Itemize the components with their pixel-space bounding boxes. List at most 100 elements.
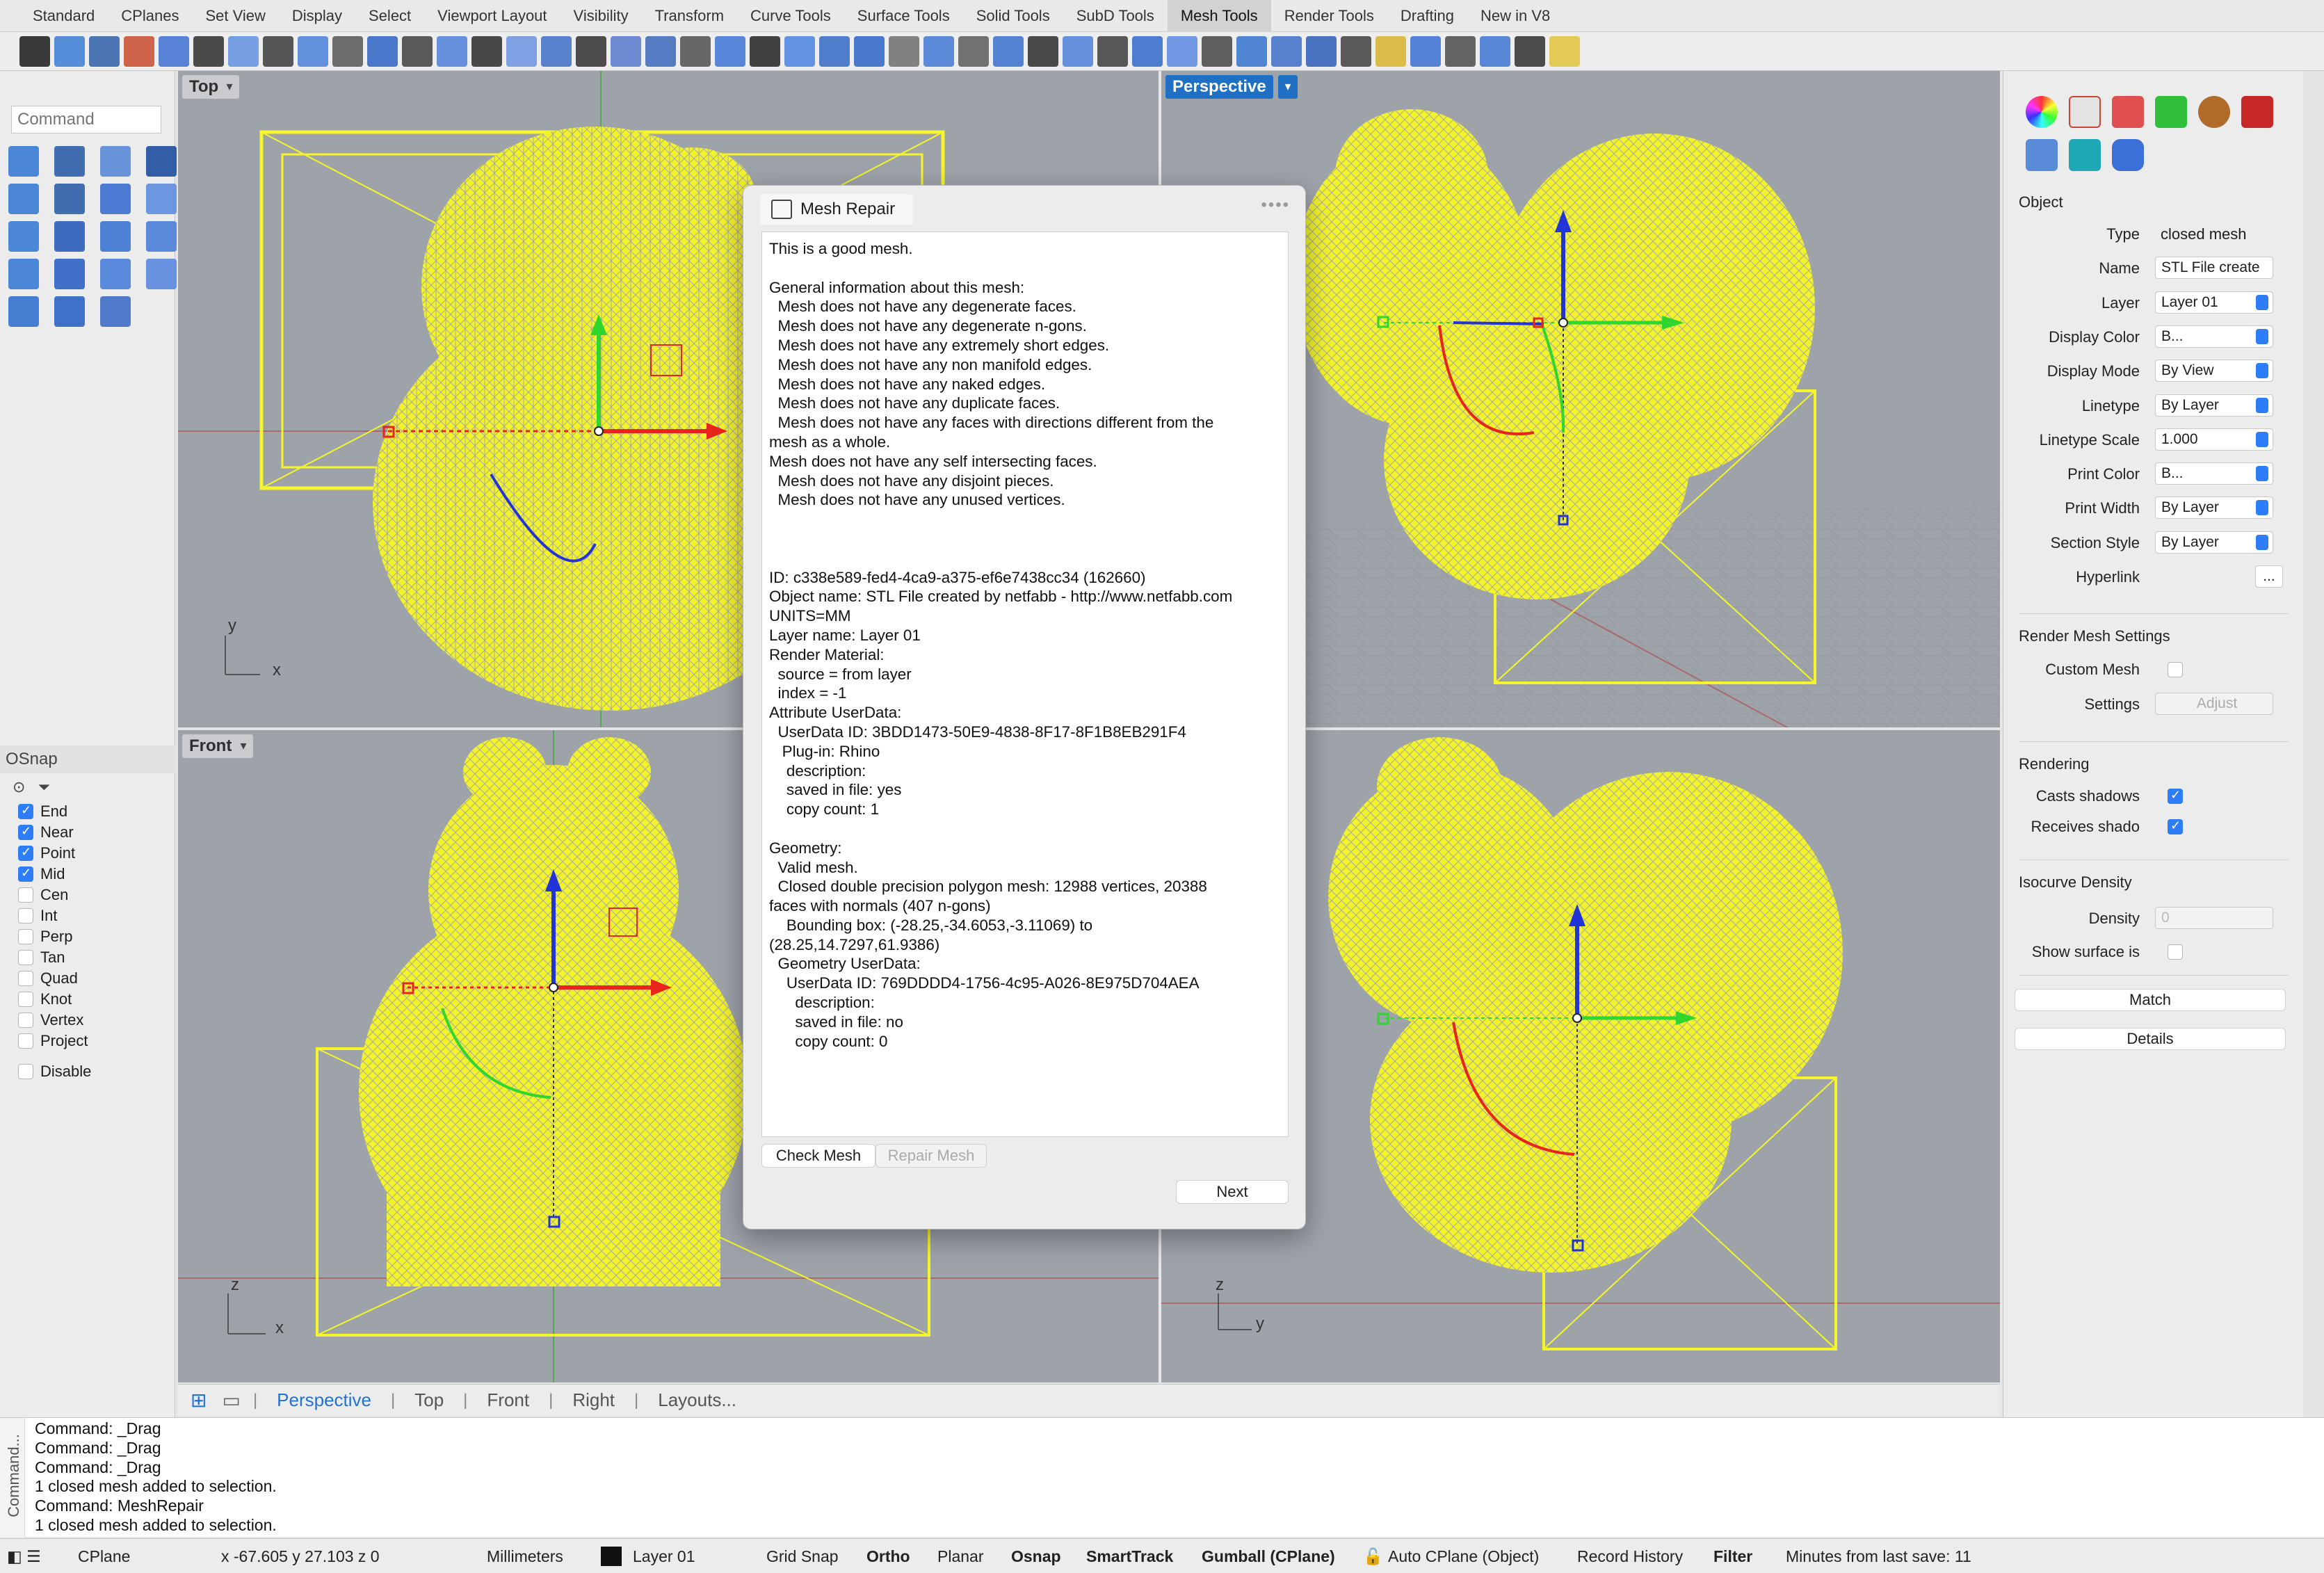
toolbar-icon-13[interactable] xyxy=(437,36,467,67)
osnap-checkbox-quad[interactable] xyxy=(18,971,33,986)
sidebar-tool-icon-5[interactable] xyxy=(8,184,39,214)
density-field[interactable]: 0 xyxy=(2155,907,2273,929)
filter-icon[interactable]: ⏷ xyxy=(38,778,50,796)
toolbar-icon-11[interactable] xyxy=(367,36,398,67)
osnap-item-vertex[interactable]: Vertex xyxy=(0,1010,175,1031)
prop-field-name[interactable]: STL File create xyxy=(2155,257,2273,280)
osnap-item-project[interactable]: Project xyxy=(0,1031,175,1051)
layout-toggle-icon[interactable]: ◧ ☰ xyxy=(7,1547,41,1566)
prop-field-layer[interactable]: Layer 01 xyxy=(2155,291,2273,314)
toolbar-icon-12[interactable] xyxy=(402,36,433,67)
viewport-title-perspective[interactable]: Perspective xyxy=(1165,75,1273,99)
prop-field-display-color[interactable]: B... xyxy=(2155,325,2273,348)
render-box-icon[interactable] xyxy=(2241,96,2273,128)
tab-viewport-layout[interactable]: Viewport Layout xyxy=(424,0,560,32)
smarttrack-toggle[interactable]: SmartTrack xyxy=(1086,1547,1173,1566)
toolbar-icon-20[interactable] xyxy=(680,36,711,67)
planar-toggle[interactable]: Planar xyxy=(937,1547,983,1566)
viewport-menu-arrow-front[interactable]: ▾ xyxy=(234,734,253,758)
toolbar-icon-7[interactable] xyxy=(228,36,259,67)
tab-drafting[interactable]: Drafting xyxy=(1387,0,1467,32)
material-icon[interactable] xyxy=(2112,96,2144,128)
paint-icon[interactable] xyxy=(2069,96,2101,128)
osnap-checkbox-project[interactable] xyxy=(18,1033,33,1049)
sidebar-tool-icon-14[interactable] xyxy=(54,259,85,289)
show-surface-checkbox[interactable] xyxy=(2168,944,2183,960)
osnap-item-end[interactable]: End xyxy=(0,801,175,822)
record-history-toggle[interactable]: Record History xyxy=(1577,1547,1683,1566)
toolbar-icon-39[interactable] xyxy=(1341,36,1371,67)
osnap-checkbox-int[interactable] xyxy=(18,908,33,923)
osnap-item-int[interactable]: Int xyxy=(0,905,175,926)
match-button[interactable]: Match xyxy=(2015,989,2286,1011)
osnap-item-near[interactable]: Near xyxy=(0,822,175,843)
viewport-tab-layouts[interactable]: Layouts... xyxy=(638,1389,756,1411)
toolbar-icon-41[interactable] xyxy=(1410,36,1441,67)
sidebar-tool-icon-7[interactable] xyxy=(100,184,131,214)
layer-color-swatch[interactable] xyxy=(601,1547,622,1566)
prop-field-linetype-scale[interactable]: 1.000 xyxy=(2155,428,2273,451)
toolbar-icon-45[interactable] xyxy=(1549,36,1580,67)
osnap-point-icon[interactable]: ⊙ xyxy=(13,778,25,796)
units-label[interactable]: Millimeters xyxy=(487,1547,563,1566)
toolbar-icon-40[interactable] xyxy=(1375,36,1406,67)
toolbar-icon-1[interactable] xyxy=(19,36,50,67)
osnap-checkbox-cen[interactable] xyxy=(18,887,33,903)
toolbar-icon-14[interactable] xyxy=(471,36,502,67)
four-view-icon[interactable]: ⊞ xyxy=(191,1389,207,1412)
tab-subd-tools[interactable]: SubD Tools xyxy=(1063,0,1168,32)
toolbar-icon-24[interactable] xyxy=(819,36,850,67)
tab-standard[interactable]: Standard xyxy=(19,0,108,32)
command-input[interactable] xyxy=(11,106,161,134)
tab-new-in-v8[interactable]: New in V8 xyxy=(1467,0,1563,32)
toolbar-icon-44[interactable] xyxy=(1515,36,1545,67)
layer-label[interactable]: Layer 01 xyxy=(633,1547,695,1566)
toolbar-icon-38[interactable] xyxy=(1306,36,1337,67)
toolbar-icon-10[interactable] xyxy=(332,36,363,67)
toolbar-icon-32[interactable] xyxy=(1097,36,1128,67)
toolbar-icon-30[interactable] xyxy=(1028,36,1058,67)
osnap-item-mid[interactable]: Mid xyxy=(0,864,175,885)
toolbar-icon-21[interactable] xyxy=(715,36,745,67)
receives-shadows-checkbox[interactable] xyxy=(2168,818,2183,834)
disable-checkbox[interactable] xyxy=(18,1064,33,1079)
osnap-checkbox-point[interactable] xyxy=(18,845,33,861)
toolbar-icon-42[interactable] xyxy=(1445,36,1476,67)
osnap-checkbox-knot[interactable] xyxy=(18,992,33,1007)
osnap-checkbox-near[interactable] xyxy=(18,824,33,840)
toolbar-icon-5[interactable] xyxy=(159,36,189,67)
lock-icon[interactable]: 🔓 xyxy=(1363,1547,1383,1566)
viewport-tab-perspective[interactable]: Perspective xyxy=(257,1389,391,1411)
osnap-item-knot[interactable]: Knot xyxy=(0,989,175,1010)
toolbar-icon-33[interactable] xyxy=(1132,36,1163,67)
osnap-disable[interactable]: Disable xyxy=(0,1061,175,1082)
toolbar-icon-29[interactable] xyxy=(993,36,1024,67)
osnap-item-quad[interactable]: Quad xyxy=(0,968,175,989)
sidebar-tool-icon-2[interactable] xyxy=(54,146,85,177)
prop-field-linetype[interactable]: By Layer xyxy=(2155,394,2273,417)
toolbar-icon-15[interactable] xyxy=(506,36,537,67)
toolbar-icon-4[interactable] xyxy=(124,36,154,67)
color-wheel-icon[interactable] xyxy=(2026,96,2058,128)
prop-field-display-mode[interactable]: By View xyxy=(2155,360,2273,382)
viewport-title-front[interactable]: Front xyxy=(182,734,239,758)
toolbar-icon-27[interactable] xyxy=(923,36,954,67)
osnap-item-point[interactable]: Point xyxy=(0,843,175,864)
repair-mesh-button[interactable]: Repair Mesh xyxy=(875,1144,987,1168)
tab-display[interactable]: Display xyxy=(279,0,355,32)
viewport-tab-right[interactable]: Right xyxy=(553,1389,634,1411)
sidebar-tool-icon-19[interactable] xyxy=(100,296,131,327)
prop-field-print-width[interactable]: By Layer xyxy=(2155,497,2273,519)
filter-toggle[interactable]: Filter xyxy=(1713,1547,1752,1566)
details-button[interactable]: Details xyxy=(2015,1028,2286,1050)
viewport-menu-arrow-top[interactable]: ▾ xyxy=(220,75,239,99)
sidebar-tool-icon-16[interactable] xyxy=(146,259,177,289)
toolbar-icon-36[interactable] xyxy=(1236,36,1267,67)
sidebar-tool-icon-18[interactable] xyxy=(54,296,85,327)
toolbar-icon-26[interactable] xyxy=(889,36,919,67)
teal-shape-icon[interactable] xyxy=(2069,139,2101,171)
toolbar-icon-16[interactable] xyxy=(541,36,572,67)
tab-solid-tools[interactable]: Solid Tools xyxy=(963,0,1063,32)
toolbar-icon-23[interactable] xyxy=(784,36,815,67)
osnap-item-perp[interactable]: Perp xyxy=(0,926,175,947)
